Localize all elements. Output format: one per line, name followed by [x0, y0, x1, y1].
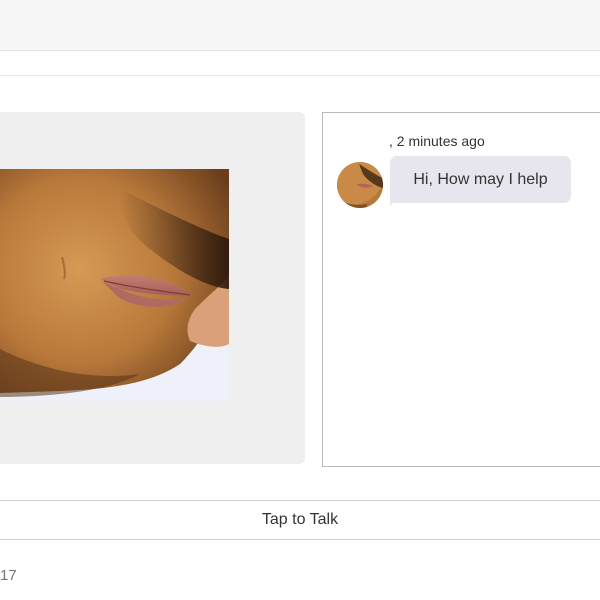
- message-meta: , 2 minutes ago: [389, 133, 485, 149]
- message-bubble: Hi, How may I help: [390, 156, 571, 203]
- chat-panel: , 2 minutes ago Hi, How may I help: [322, 112, 600, 467]
- message-meta-separator: ,: [389, 133, 397, 149]
- avatar-face-render: [0, 169, 229, 401]
- secondary-bar: [0, 51, 600, 76]
- chat-avatar-face: [337, 162, 383, 208]
- avatar-face-image: [0, 169, 229, 401]
- message-bubble-tail: [390, 197, 399, 206]
- chat-avatar: [337, 162, 383, 208]
- tap-to-talk-button[interactable]: Tap to Talk: [0, 500, 600, 540]
- top-navigation-bar: [0, 0, 600, 51]
- message-time: 2 minutes ago: [396, 133, 485, 149]
- footer-text: 17: [0, 567, 17, 584]
- message-text: Hi, How may I help: [413, 170, 548, 188]
